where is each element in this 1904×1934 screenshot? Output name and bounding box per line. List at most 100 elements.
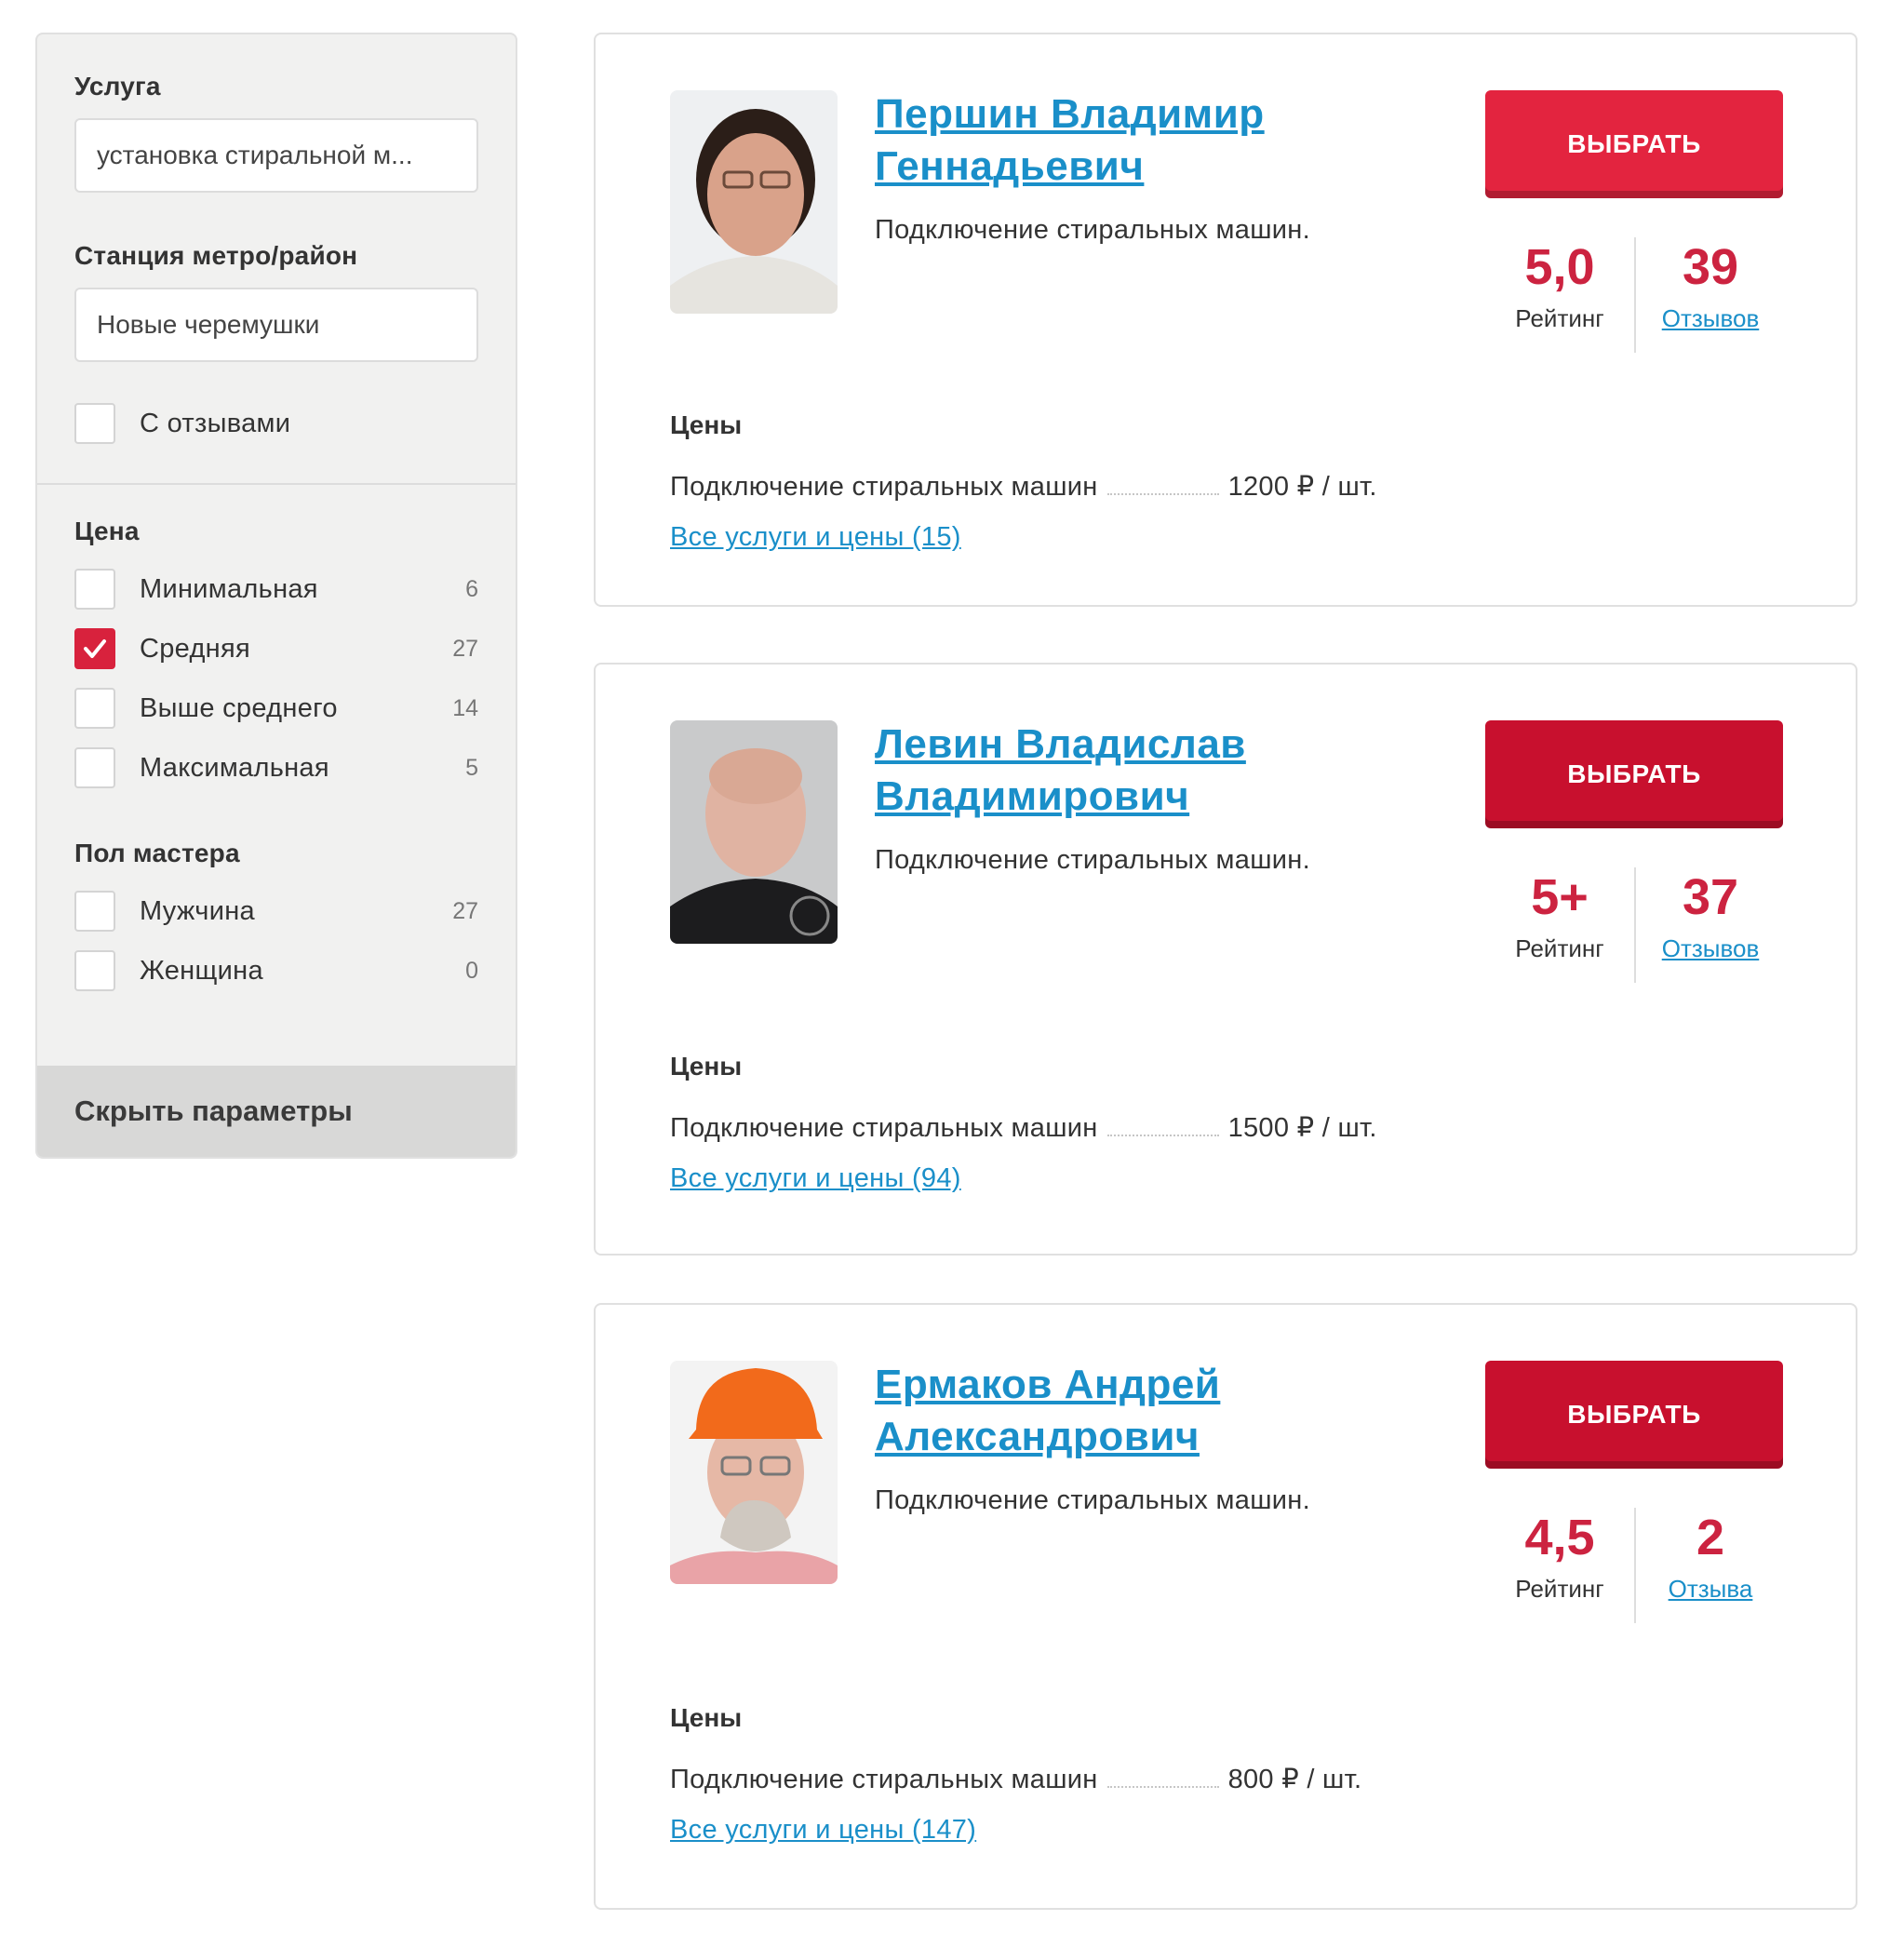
master-photo[interactable]	[670, 90, 838, 314]
master-photo[interactable]	[670, 720, 838, 944]
gender-female-checkbox[interactable]	[74, 950, 115, 991]
price-option-label: Выше среднего	[140, 692, 338, 723]
master-name-line: Ермаков Андрей	[875, 1362, 1221, 1407]
hide-filters-button[interactable]: Скрыть параметры	[37, 1066, 516, 1157]
master-card: Ермаков Андрей Александрович Подключение…	[594, 1303, 1857, 1910]
choose-button[interactable]: ВЫБРАТЬ	[1485, 1361, 1783, 1469]
rating-label: Рейтинг	[1515, 934, 1604, 962]
price-option-max[interactable]: Максимальная 5	[74, 738, 478, 798]
price-option-label: Минимальная	[140, 573, 318, 604]
master-name-link[interactable]: Левин Владислав Владимирович	[875, 719, 1396, 823]
price-option-label: Максимальная	[140, 752, 329, 783]
price-row: Подключение стиральных машин 1500 ₽ / шт…	[670, 1111, 1377, 1144]
reviews-link[interactable]: Отзыва	[1636, 1575, 1785, 1604]
price-dots	[1106, 1135, 1219, 1136]
rating-block: 4,5 Рейтинг	[1485, 1508, 1634, 1604]
price-option-count: 6	[465, 575, 478, 602]
price-row: Подключение стиральных машин 800 ₽ / шт.	[670, 1763, 1361, 1795]
gender-option-label: Женщина	[140, 955, 263, 986]
price-option-label: Средняя	[140, 633, 251, 664]
reviews-block: 39 Отзывов	[1636, 237, 1785, 333]
gender-option-count: 27	[452, 897, 478, 924]
rating-value: 5+	[1531, 869, 1589, 925]
price-filter-section: Цена Минимальная 6 Средняя 27 Выше средн…	[37, 485, 516, 1001]
master-subtitle: Подключение стиральных машин.	[875, 845, 1310, 875]
price-dots	[1106, 1786, 1219, 1788]
master-name-line: Владимирович	[875, 773, 1190, 819]
gender-male-checkbox[interactable]	[74, 891, 115, 932]
reviews-link[interactable]: Отзывов	[1636, 304, 1785, 333]
price-option-min[interactable]: Минимальная 6	[74, 559, 478, 619]
filter-sidebar: Услуга установка стиральной м... Станция…	[35, 33, 517, 1159]
master-stats: 5,0 Рейтинг 39 Отзывов	[1485, 237, 1783, 353]
master-subtitle: Подключение стиральных машин.	[875, 215, 1310, 245]
price-service: Подключение стиральных машин	[670, 472, 1098, 502]
master-stats: 4,5 Рейтинг 2 Отзыва	[1485, 1508, 1783, 1623]
checkmark-icon	[84, 639, 106, 658]
price-medium-checkbox[interactable]	[74, 628, 115, 669]
price-option-medium[interactable]: Средняя 27	[74, 619, 478, 678]
prices-heading: Цены	[670, 1703, 743, 1732]
master-name-link[interactable]: Першин Владимир Геннадьевич	[875, 88, 1396, 193]
service-label: Услуга	[74, 72, 161, 101]
reviews-link[interactable]: Отзывов	[1636, 934, 1785, 963]
reviews-count: 37	[1682, 869, 1739, 925]
prices-heading: Цены	[670, 410, 743, 439]
master-card: Левин Владислав Владимирович Подключение…	[594, 663, 1857, 1256]
price-dots	[1106, 493, 1219, 495]
price-option-above-average[interactable]: Выше среднего 14	[74, 678, 478, 738]
price-service: Подключение стиральных машин	[670, 1765, 1098, 1794]
price-option-count: 27	[452, 635, 478, 662]
price-row: Подключение стиральных машин 1200 ₽ / шт…	[670, 470, 1377, 503]
master-name-link[interactable]: Ермаков Андрей Александрович	[875, 1359, 1396, 1463]
rating-block: 5+ Рейтинг	[1485, 867, 1634, 963]
avatar	[670, 1361, 838, 1584]
price-min-checkbox[interactable]	[74, 569, 115, 610]
price-filter-label: Цена	[74, 517, 140, 545]
choose-button[interactable]: ВЫБРАТЬ	[1485, 720, 1783, 828]
all-services-link[interactable]: Все услуги и цены (94)	[670, 1163, 961, 1194]
rating-label: Рейтинг	[1515, 1575, 1604, 1603]
all-services-link[interactable]: Все услуги и цены (147)	[670, 1815, 976, 1846]
master-name-line: Першин Владимир	[875, 91, 1265, 137]
master-name-line: Геннадьевич	[875, 143, 1145, 189]
rating-label: Рейтинг	[1515, 304, 1604, 332]
prices-heading: Цены	[670, 1052, 743, 1081]
master-subtitle: Подключение стиральных машин.	[875, 1485, 1310, 1515]
reviews-block: 2 Отзыва	[1636, 1508, 1785, 1604]
reviews-count: 39	[1682, 239, 1739, 295]
master-photo[interactable]	[670, 1361, 838, 1584]
price-above-average-checkbox[interactable]	[74, 688, 115, 729]
gender-option-label: Мужчина	[140, 895, 255, 926]
all-services-link[interactable]: Все услуги и цены (15)	[670, 522, 961, 553]
rating-value: 5,0	[1524, 239, 1595, 295]
service-input[interactable]: установка стиральной м...	[74, 118, 478, 193]
with-reviews-checkbox[interactable]	[74, 403, 115, 444]
gender-option-male[interactable]: Мужчина 27	[74, 881, 478, 941]
master-name-line: Левин Владислав	[875, 721, 1246, 767]
price-value: 1500 ₽ / шт.	[1227, 1113, 1377, 1143]
price-max-checkbox[interactable]	[74, 747, 115, 788]
rating-block: 5,0 Рейтинг	[1485, 237, 1634, 333]
choose-button[interactable]: ВЫБРАТЬ	[1485, 90, 1783, 198]
master-stats: 5+ Рейтинг 37 Отзывов	[1485, 867, 1783, 983]
metro-input[interactable]: Новые черемушки	[74, 288, 478, 362]
gender-filter-label: Пол мастера	[74, 839, 240, 867]
gender-option-count: 0	[465, 957, 478, 984]
price-option-count: 14	[452, 694, 478, 721]
price-option-count: 5	[465, 754, 478, 781]
rating-value: 4,5	[1524, 1510, 1595, 1565]
avatar	[670, 720, 838, 944]
master-card: Першин Владимир Геннадьевич Подключение …	[594, 33, 1857, 607]
reviews-count: 2	[1696, 1510, 1725, 1565]
with-reviews-label: С отзывами	[140, 408, 291, 438]
reviews-block: 37 Отзывов	[1636, 867, 1785, 963]
price-value: 1200 ₽ / шт.	[1227, 472, 1377, 502]
with-reviews-checkbox-row[interactable]: С отзывами	[74, 394, 478, 453]
price-service: Подключение стиральных машин	[670, 1113, 1098, 1143]
metro-label: Станция метро/район	[74, 241, 358, 270]
filter-top-section: Услуга установка стиральной м... Станция…	[37, 34, 516, 453]
gender-option-female[interactable]: Женщина 0	[74, 941, 478, 1001]
master-name-line: Александрович	[875, 1414, 1200, 1459]
avatar	[670, 90, 838, 314]
